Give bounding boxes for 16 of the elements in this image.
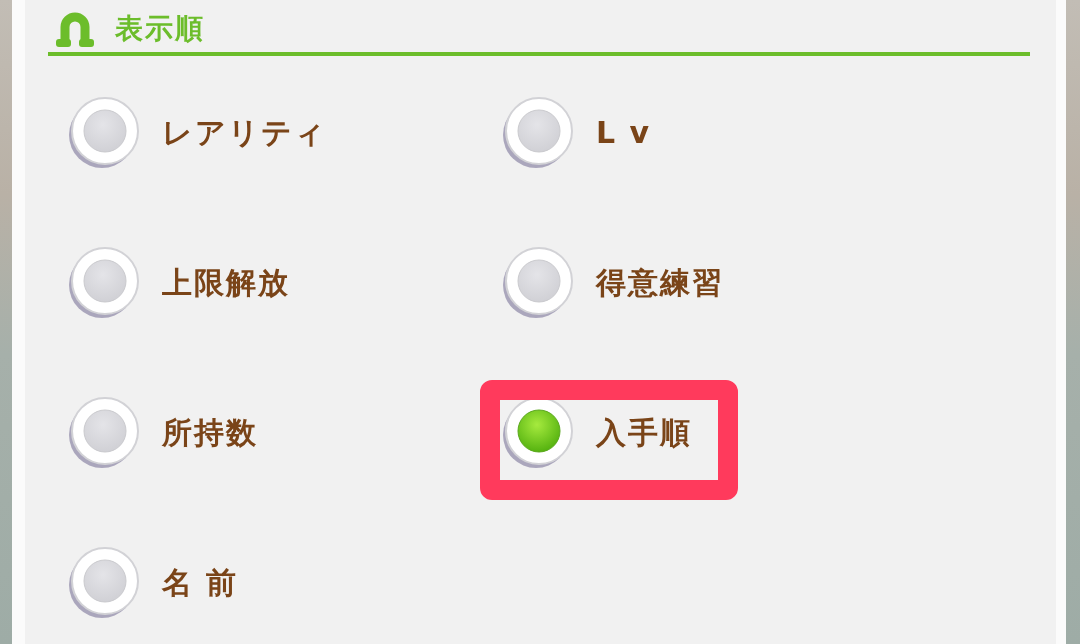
radio-button[interactable] <box>68 97 140 169</box>
radio-button[interactable] <box>502 97 574 169</box>
option-label: 上限解放 <box>162 264 290 302</box>
option-label: L v <box>596 114 652 152</box>
radio-button[interactable] <box>502 247 574 319</box>
option-label: 得意練習 <box>596 264 724 302</box>
horseshoe-icon <box>55 10 95 48</box>
option-label: 名 前 <box>162 564 239 602</box>
radio-button[interactable] <box>502 397 574 469</box>
option-label: レアリティ <box>162 114 327 152</box>
radio-button[interactable] <box>68 247 140 319</box>
option-label: 入手順 <box>596 414 692 452</box>
option-label: 所持数 <box>162 414 258 452</box>
section-title: 表示順 <box>115 11 205 47</box>
radio-button[interactable] <box>68 397 140 469</box>
radio-button[interactable] <box>68 547 140 619</box>
